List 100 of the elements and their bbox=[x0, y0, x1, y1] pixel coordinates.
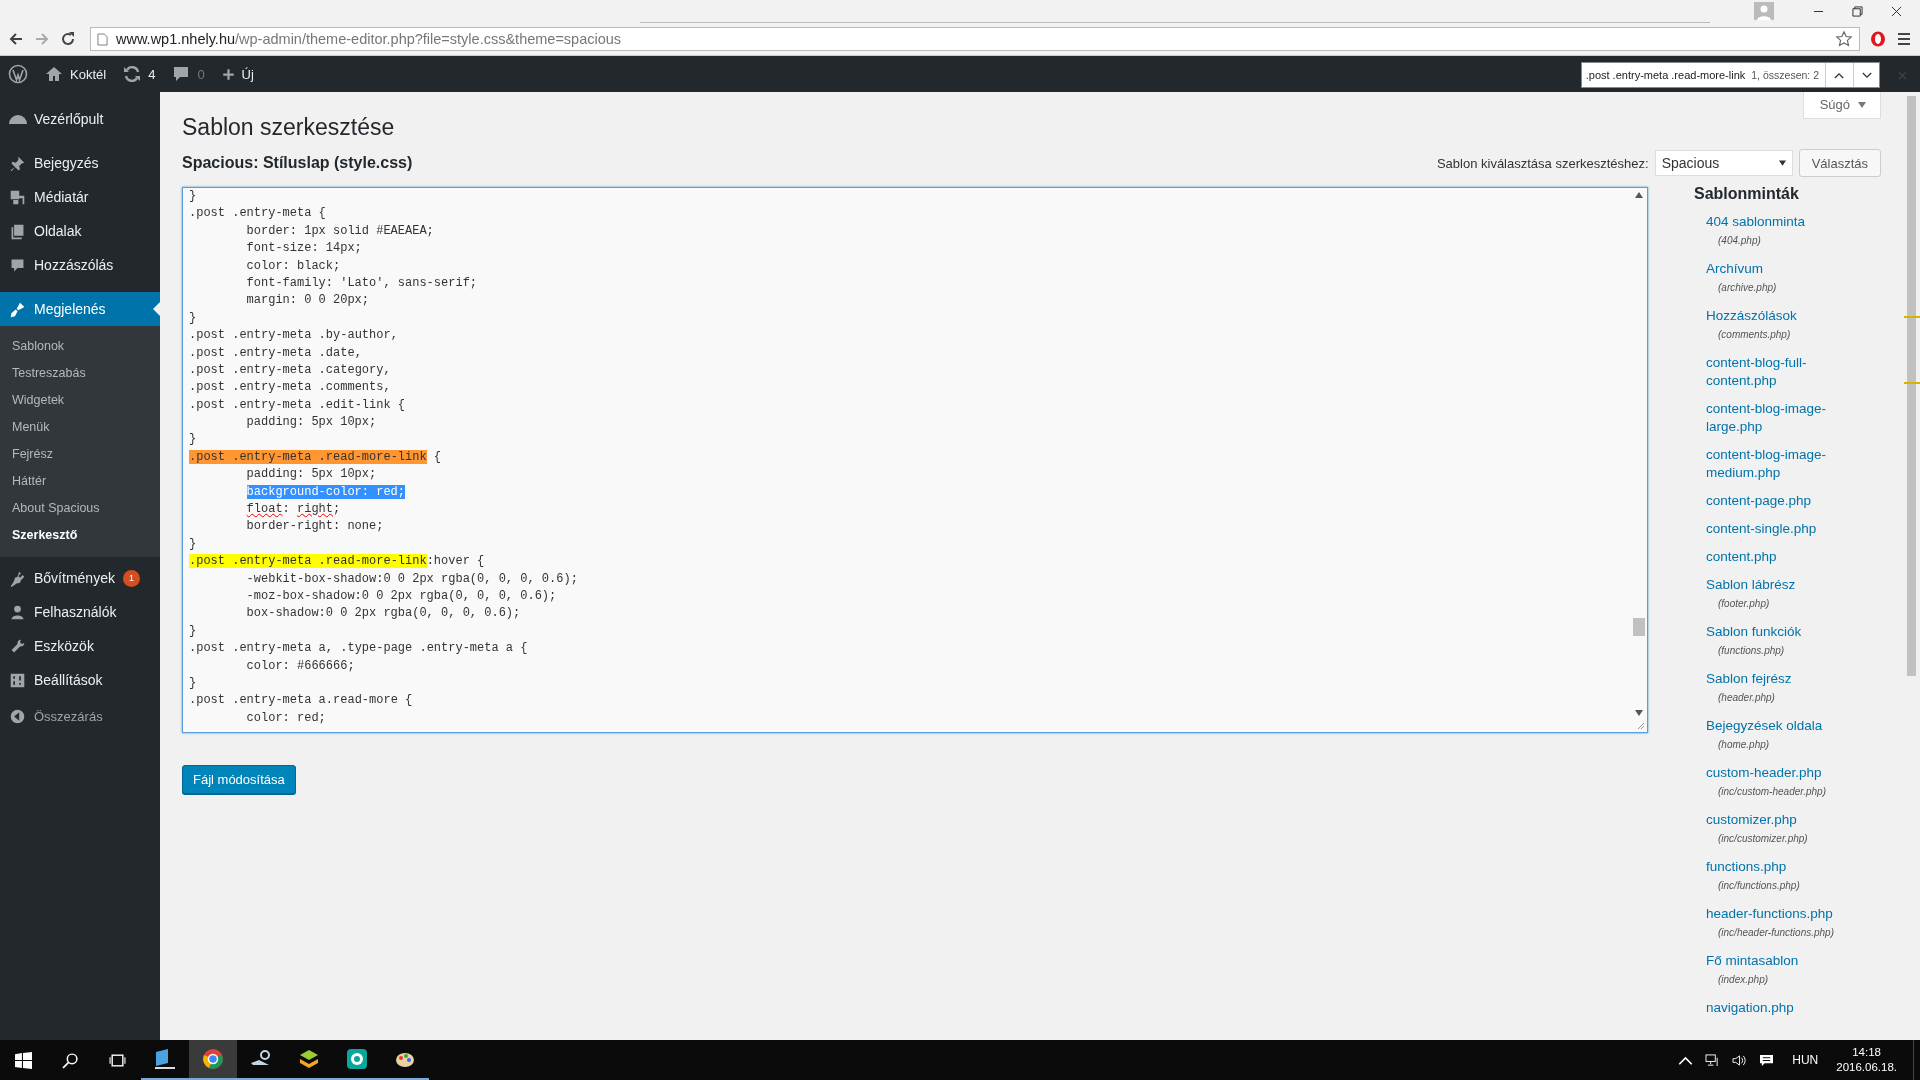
template-link[interactable]: content-blog-full-content.php bbox=[1706, 354, 1856, 390]
wordpress-logo-icon[interactable] bbox=[8, 64, 28, 84]
star-icon[interactable] bbox=[1835, 30, 1853, 48]
template-link[interactable]: 404 sablonminta bbox=[1706, 213, 1856, 231]
notification-icon[interactable] bbox=[1759, 1053, 1775, 1067]
resize-handle-icon[interactable] bbox=[1635, 720, 1645, 730]
template-link[interactable]: content-blog-image-large.php bbox=[1706, 400, 1856, 436]
clock[interactable]: 14:18 2016.06.18. bbox=[1836, 1045, 1897, 1075]
template-link[interactable]: content.php bbox=[1706, 548, 1856, 566]
language-indicator[interactable]: HUN bbox=[1792, 1053, 1819, 1067]
template-link[interactable]: content-blog-image-medium.php bbox=[1706, 446, 1856, 482]
plug-icon bbox=[9, 569, 26, 587]
code-line: color: red; bbox=[245, 709, 326, 727]
code-line: box-shadow:0 0 2px rgba(0, 0, 0, 0.6); bbox=[245, 605, 521, 623]
template-filename: (header.php) bbox=[1717, 691, 1776, 705]
update-file-button[interactable]: Fájl módosítása bbox=[182, 765, 296, 794]
template-link[interactable]: Hozzászólások bbox=[1706, 307, 1856, 325]
collapse-menu-button[interactable]: Összezárás bbox=[0, 699, 160, 733]
submenu-item[interactable]: Fejrész bbox=[0, 441, 160, 468]
scroll-up-icon[interactable] bbox=[1634, 192, 1643, 198]
template-filename: (home.php) bbox=[1717, 738, 1771, 752]
comments-link[interactable]: 0 bbox=[171, 64, 205, 84]
template-link[interactable]: content-page.php bbox=[1706, 492, 1856, 510]
address-bar[interactable]: www.wp1.nhely.hu/wp-admin/theme-editor.php?file=style.css&theme=spacious bbox=[90, 27, 1860, 51]
restore-icon[interactable] bbox=[1852, 5, 1863, 17]
code-line: border: 1px solid #EAEAEA; bbox=[245, 222, 434, 240]
submenu-item[interactable]: Háttér bbox=[0, 468, 160, 495]
template-link[interactable]: navigation.php bbox=[1706, 999, 1856, 1017]
menu-item[interactable]: Hozzászólás bbox=[0, 248, 160, 282]
chevron-down-icon bbox=[1861, 71, 1872, 79]
code-line: float: right; bbox=[245, 501, 341, 519]
templates-heading: Sablonminták bbox=[1694, 185, 1800, 203]
media-icon bbox=[9, 188, 26, 206]
submenu-item[interactable]: Widgetek bbox=[0, 387, 160, 414]
template-link[interactable]: Sablon fejrész bbox=[1706, 670, 1856, 688]
menu-item[interactable]: Beállítások bbox=[0, 663, 160, 697]
theme-select[interactable]: Spacious bbox=[1654, 150, 1793, 176]
back-icon[interactable] bbox=[8, 31, 24, 47]
reload-icon[interactable] bbox=[60, 31, 76, 47]
template-filename: (functions.php) bbox=[1717, 644, 1786, 658]
menu-item[interactable]: Bővítmények 1 bbox=[0, 561, 160, 595]
template-link[interactable]: Bejegyzések oldala bbox=[1706, 717, 1856, 735]
scroll-down-icon[interactable] bbox=[1634, 710, 1643, 716]
code-line: } bbox=[189, 622, 197, 640]
new-link[interactable]: Új bbox=[220, 66, 254, 82]
submenu-item[interactable]: Sablonok bbox=[0, 333, 160, 360]
menu-item[interactable]: Bejegyzés bbox=[0, 146, 160, 180]
opera-icon[interactable] bbox=[1870, 31, 1886, 47]
template-filename: (index.php) bbox=[1717, 973, 1770, 987]
submenu-item[interactable]: About Spacious bbox=[0, 495, 160, 522]
template-link[interactable]: Fő mintasablon bbox=[1706, 952, 1856, 970]
code-line: .post .entry-meta a, .type-page .entry-meta a { bbox=[189, 640, 528, 658]
code-line: .post .entry-meta .by-author, bbox=[189, 327, 398, 345]
template-link[interactable]: Sablon lábrész bbox=[1706, 576, 1856, 594]
code-line: } bbox=[189, 309, 197, 327]
code-line: border-right: none; bbox=[245, 518, 384, 536]
menu-item[interactable]: Vezérlőpult bbox=[0, 102, 160, 136]
submenu-item[interactable]: Menük bbox=[0, 414, 160, 441]
caret-icon bbox=[1858, 101, 1866, 108]
code-line: padding: 5px 10px; bbox=[245, 414, 377, 432]
current-menu-pointer bbox=[153, 302, 160, 316]
submenu-item[interactable]: Testreszabás bbox=[0, 360, 160, 387]
template-link[interactable]: customizer.php bbox=[1706, 811, 1856, 829]
scrollbar-thumb[interactable] bbox=[1632, 618, 1645, 636]
menu-item[interactable]: Megjelenés bbox=[0, 292, 160, 326]
template-filename: (inc/customizer.php) bbox=[1717, 832, 1809, 846]
code-line: -webkit-box-shadow:0 0 2px rgba(0, 0, 0, 0.6); bbox=[245, 570, 578, 588]
menu-item[interactable]: Eszközök bbox=[0, 629, 160, 663]
submenu-item[interactable]: Szerkesztő bbox=[0, 522, 160, 549]
network-icon[interactable] bbox=[1705, 1053, 1721, 1067]
help-tab[interactable]: Súgó bbox=[1802, 92, 1881, 119]
menu-item[interactable]: Felhasználók bbox=[0, 595, 160, 629]
site-link[interactable]: Koktél bbox=[44, 64, 107, 84]
updates-link[interactable]: 4 bbox=[122, 64, 156, 84]
chevron-up-icon bbox=[1833, 71, 1844, 79]
template-filename: (inc/custom-header.php) bbox=[1717, 785, 1827, 799]
code-line: .post .entry-meta a.read-more { bbox=[189, 692, 413, 710]
template-link[interactable]: custom-header.php bbox=[1706, 764, 1856, 782]
gauge-icon bbox=[9, 114, 27, 124]
page-icon bbox=[97, 32, 108, 46]
taskbar-app[interactable] bbox=[189, 1040, 237, 1080]
file-explorer-icon bbox=[153, 1047, 177, 1071]
speaker-icon[interactable] bbox=[1732, 1053, 1748, 1067]
template-filename: (archive.php) bbox=[1717, 281, 1778, 295]
close-icon[interactable] bbox=[1891, 5, 1902, 17]
template-link[interactable]: header-functions.php bbox=[1706, 905, 1856, 923]
menu-item[interactable]: Médiatár bbox=[0, 180, 160, 214]
refresh-icon bbox=[122, 64, 143, 84]
file-heading: Spacious: Stíluslap (style.css) bbox=[182, 154, 413, 172]
template-filename: (comments.php) bbox=[1717, 328, 1792, 342]
template-link[interactable]: functions.php bbox=[1706, 858, 1856, 876]
page-scrollbar-thumb[interactable] bbox=[1907, 96, 1916, 676]
update-count-badge: 1 bbox=[122, 569, 140, 587]
template-link[interactable]: Archívum bbox=[1706, 260, 1856, 278]
select-label: Sablon kiválasztása szerkesztéshez: bbox=[1436, 155, 1649, 171]
menu-icon[interactable] bbox=[1896, 31, 1912, 47]
template-link[interactable]: content-single.php bbox=[1706, 520, 1856, 538]
template-link[interactable]: Sablon funkciók bbox=[1706, 623, 1856, 641]
menu-item[interactable]: Oldalak bbox=[0, 214, 160, 248]
select-button[interactable]: Választás bbox=[1798, 149, 1881, 177]
